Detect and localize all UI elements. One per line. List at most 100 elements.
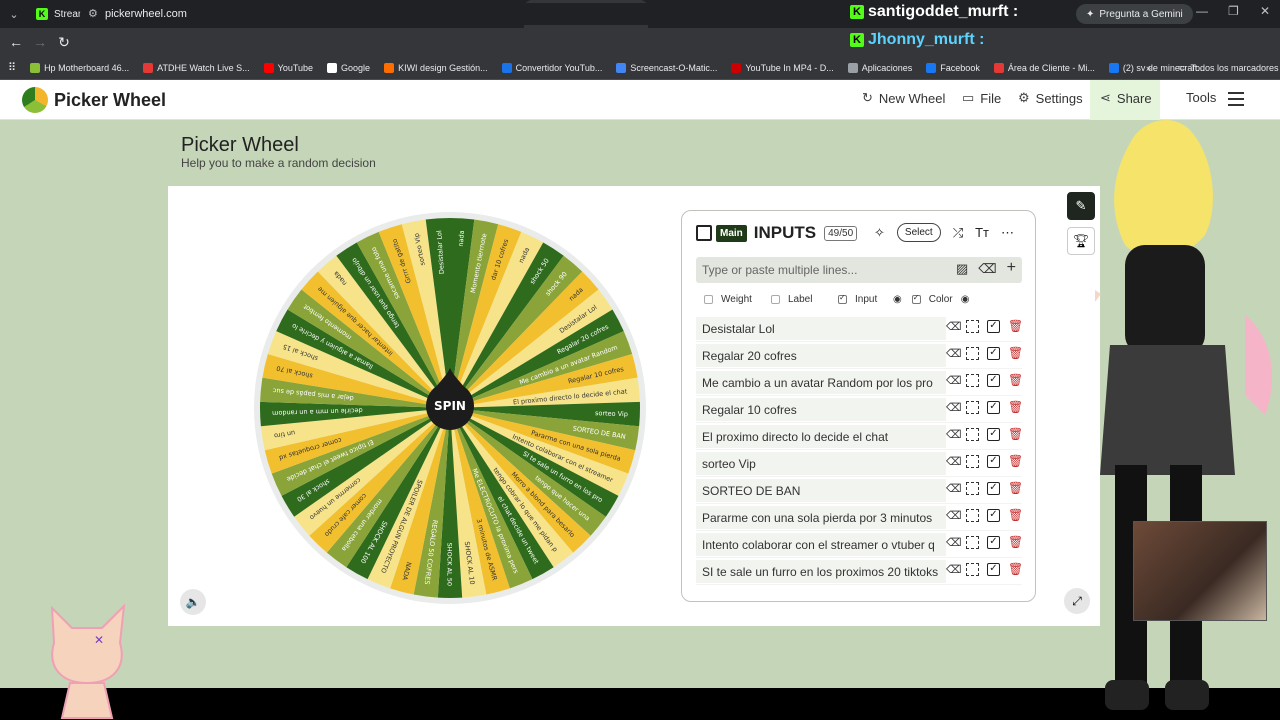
more-options-icon[interactable]: ⋯ — [1001, 225, 1014, 241]
row-delete-icon[interactable]: 🗑︎ — [1008, 427, 1023, 441]
bookmark-item[interactable]: Convertidor YouTub... — [501, 62, 602, 73]
maximize-icon[interactable]: ❐ — [1228, 4, 1239, 18]
row-duplicate-icon[interactable] — [966, 508, 979, 522]
input-visibility-icon[interactable]: ◉ — [893, 294, 902, 305]
new-wheel-button[interactable]: ↻ New Wheel — [862, 90, 945, 106]
row-delete-icon[interactable]: 🗑︎ — [1008, 562, 1023, 576]
row-duplicate-icon[interactable] — [966, 400, 979, 414]
edit-panel-icon[interactable]: ✎ — [1067, 192, 1095, 220]
bookmark-item[interactable]: Screencast-O-Matic... — [616, 62, 717, 73]
tab-search-icon[interactable]: ⌄ — [0, 0, 28, 28]
row-image-icon[interactable]: ⌫ — [946, 509, 962, 522]
close-window-icon[interactable]: ✕ — [1260, 4, 1270, 18]
sound-toggle-icon[interactable]: 🔈 — [180, 589, 206, 615]
back-icon[interactable]: ← — [4, 34, 28, 50]
row-toggle-checkbox[interactable]: ✓ — [987, 535, 1000, 549]
file-button[interactable]: ▭ File — [962, 90, 1001, 106]
row-toggle-checkbox[interactable]: ✓ — [987, 562, 1000, 576]
bookmark-item[interactable]: Facebook — [926, 62, 980, 73]
trophy-icon[interactable]: 🏆︎ — [1067, 227, 1095, 255]
row-duplicate-icon[interactable] — [966, 454, 979, 468]
bookmark-item[interactable]: KIWI design Gestión... — [384, 62, 488, 73]
minimize-icon[interactable]: — — [1196, 4, 1208, 18]
apps-icon[interactable]: ⠿ — [8, 61, 16, 74]
row-delete-icon[interactable]: 🗑︎ — [1008, 454, 1023, 468]
input-row-text[interactable]: SI te sale un furro en los proximos 20 t… — [696, 559, 946, 583]
settings-button[interactable]: ⚙ Settings — [1018, 90, 1083, 106]
add-icon[interactable]: + — [1007, 260, 1016, 277]
more-bookmarks-icon[interactable]: » — [1146, 63, 1151, 73]
all-bookmarks-folder[interactable]: ▭ Todos los marcadores — [1178, 62, 1279, 73]
input-row-text[interactable]: Pararme con una sola pierda por 3 minuto… — [696, 505, 946, 529]
bookmark-item[interactable]: ATDHE Watch Live S... — [143, 62, 250, 73]
mascot-sticker: ✕ — [50, 603, 126, 719]
row-duplicate-icon[interactable] — [966, 373, 979, 387]
row-image-icon[interactable]: ⌫ — [946, 455, 962, 468]
input-row-text[interactable]: Desistalar Lol — [696, 316, 946, 340]
row-delete-icon[interactable]: 🗑︎ — [1008, 481, 1023, 495]
text-size-icon[interactable]: Tт — [975, 225, 989, 240]
row-image-icon[interactable]: ⌫ — [946, 401, 962, 414]
fullscreen-icon[interactable]: ⤢ — [1064, 588, 1090, 614]
bookmark-item[interactable]: YouTube — [263, 62, 313, 73]
input-row-text[interactable]: SORTEO DE BAN — [696, 478, 946, 502]
row-delete-icon[interactable]: 🗑︎ — [1008, 508, 1023, 522]
row-toggle-checkbox[interactable]: ✓ — [987, 346, 1000, 360]
row-toggle-checkbox[interactable]: ✓ — [987, 400, 1000, 414]
row-image-icon[interactable]: ⌫ — [946, 563, 962, 576]
row-toggle-checkbox[interactable]: ✓ — [987, 454, 1000, 468]
row-duplicate-icon[interactable] — [966, 481, 979, 495]
ai-magic-icon[interactable]: ✧ — [874, 225, 885, 241]
shuffle-icon[interactable]: ⤮ — [953, 225, 963, 241]
row-duplicate-icon[interactable] — [966, 346, 979, 360]
input-row-text[interactable]: Intento colaborar con el streamer o vtub… — [696, 532, 946, 556]
row-image-icon[interactable]: ⌫ — [946, 482, 962, 495]
color-checkbox[interactable] — [911, 293, 921, 304]
row-duplicate-icon[interactable] — [966, 562, 979, 576]
picker-wheel[interactable]: nada Momento tierrnote dar 10 cofres nadash… — [250, 208, 650, 608]
input-checkbox[interactable] — [838, 293, 847, 304]
bookmark-item[interactable]: Google — [327, 62, 370, 73]
input-row-text[interactable]: Regalar 20 cofres — [696, 343, 946, 367]
row-toggle-checkbox[interactable]: ✓ — [987, 481, 1000, 495]
logo[interactable]: Picker Wheel — [22, 87, 166, 113]
select-button[interactable]: Select — [896, 223, 941, 242]
row-toggle-checkbox[interactable]: ✓ — [987, 508, 1000, 522]
row-toggle-checkbox[interactable]: ✓ — [987, 373, 1000, 387]
row-image-icon[interactable]: ⌫ — [946, 347, 962, 360]
row-delete-icon[interactable]: 🗑︎ — [1008, 373, 1023, 387]
color-visibility-icon[interactable]: ◉ — [961, 294, 970, 305]
input-row-text[interactable]: Me cambio a un avatar Random por los pro — [696, 370, 946, 394]
row-toggle-checkbox[interactable]: ✓ — [987, 427, 1000, 441]
bookmark-item[interactable]: Área de Cliente - Mi... — [993, 62, 1095, 73]
label-checkbox[interactable] — [771, 295, 780, 304]
bookmark-item[interactable]: YouTube In MP4 - D... — [731, 62, 834, 73]
reload-icon[interactable]: ↻ — [52, 34, 76, 51]
gemini-button[interactable]: ✦ Pregunta a Gemini — [1076, 4, 1193, 24]
input-row-text[interactable]: sorteo Vip — [696, 451, 946, 475]
row-duplicate-icon[interactable] — [966, 427, 979, 441]
row-delete-icon[interactable]: 🗑︎ — [1008, 400, 1023, 414]
row-delete-icon[interactable]: 🗑︎ — [1008, 319, 1023, 333]
input-row-text[interactable]: Regalar 10 cofres — [696, 397, 946, 421]
bookmark-item[interactable]: Hp Motherboard 46... — [30, 62, 129, 73]
main-badge[interactable]: Main — [716, 224, 747, 242]
forward-icon[interactable]: → — [28, 34, 52, 50]
image-icon[interactable]: ▨ — [956, 261, 968, 277]
weight-checkbox[interactable] — [704, 295, 713, 304]
row-delete-icon[interactable]: 🗑︎ — [1008, 346, 1023, 360]
site-info-icon[interactable]: ⚙ — [88, 7, 98, 20]
entry-input[interactable]: Type or paste multiple lines... ▨ ⌫ + — [696, 257, 1022, 283]
bookmark-item[interactable]: Aplicaciones — [847, 62, 912, 73]
row-image-icon[interactable]: ⌫ — [946, 374, 962, 387]
row-image-icon[interactable]: ⌫ — [946, 536, 962, 549]
row-image-icon[interactable]: ⌫ — [946, 320, 962, 333]
input-row-text[interactable]: El proximo directo lo decide el chat — [696, 424, 946, 448]
row-duplicate-icon[interactable] — [966, 535, 979, 549]
inputs-list: Desistalar Lol ⌫ ✓ 🗑︎ Regalar 20 cofres … — [696, 315, 1023, 585]
row-delete-icon[interactable]: 🗑︎ — [1008, 535, 1023, 549]
row-image-icon[interactable]: ⌫ — [946, 428, 962, 441]
row-duplicate-icon[interactable] — [966, 319, 979, 333]
row-toggle-checkbox[interactable]: ✓ — [987, 319, 1000, 333]
clear-icon[interactable]: ⌫ — [978, 261, 996, 277]
